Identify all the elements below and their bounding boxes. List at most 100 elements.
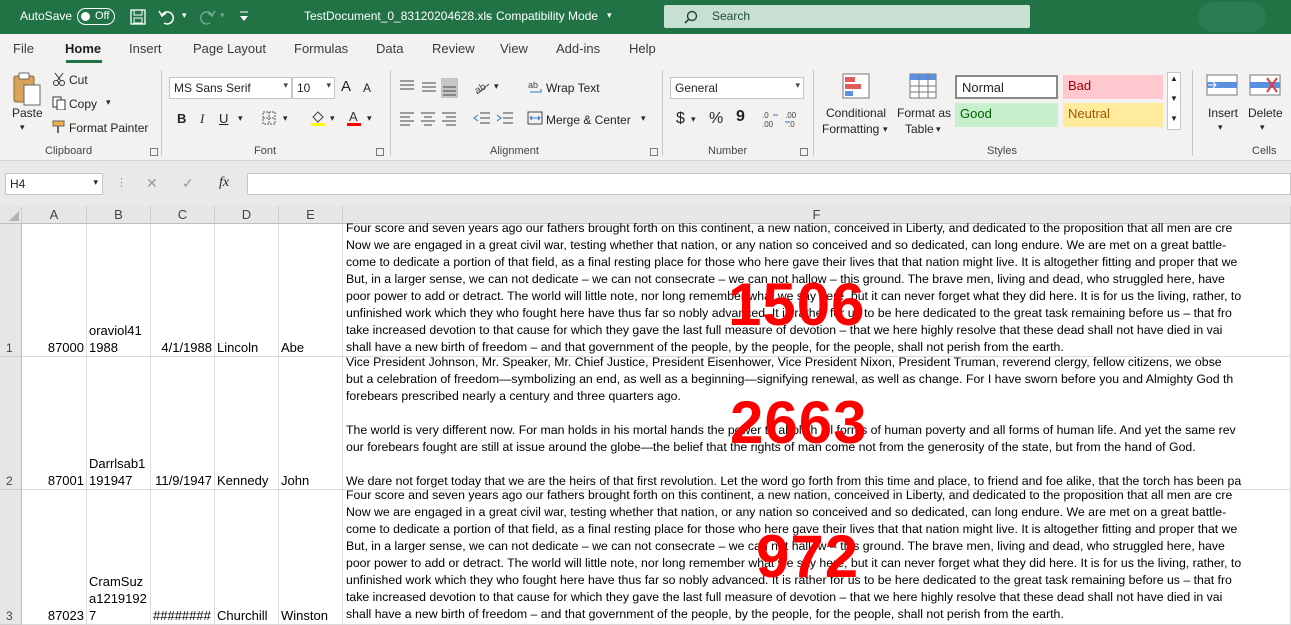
title-dropdown-icon[interactable]: ▾ bbox=[607, 10, 612, 21]
redo-dropdown-icon[interactable]: ▾ bbox=[220, 10, 225, 21]
column-header-b[interactable]: B bbox=[87, 206, 151, 224]
style-normal[interactable]: Normal bbox=[955, 75, 1058, 99]
format-as-table-label-1[interactable]: Format as bbox=[897, 106, 951, 120]
cut-label[interactable]: Cut bbox=[69, 73, 88, 87]
formula-input[interactable] bbox=[247, 173, 1291, 195]
borders-icon[interactable] bbox=[262, 111, 276, 125]
style-good[interactable]: Good bbox=[955, 103, 1058, 127]
customize-toolbar-icon[interactable] bbox=[238, 10, 250, 22]
copy-icon[interactable] bbox=[52, 96, 66, 110]
undo-dropdown-icon[interactable]: ▾ bbox=[182, 10, 187, 21]
cut-icon[interactable] bbox=[52, 72, 66, 86]
underline-button[interactable]: U bbox=[219, 111, 228, 126]
number-launcher-icon[interactable] bbox=[800, 148, 808, 156]
number-format-select[interactable]: General ▾ bbox=[670, 77, 804, 99]
menu-insert[interactable]: Insert bbox=[129, 41, 162, 56]
insert-cells-label[interactable]: Insert bbox=[1208, 106, 1238, 120]
clipboard-launcher-icon[interactable] bbox=[150, 148, 158, 156]
increase-decimal-icon[interactable]: .0.00 bbox=[762, 111, 778, 128]
format-painter-icon[interactable] bbox=[52, 120, 66, 134]
search-box[interactable]: Search bbox=[664, 5, 1030, 28]
cell-c1[interactable]: 4/1/1988 bbox=[151, 224, 215, 357]
format-as-table-dropdown-icon[interactable]: ▾ bbox=[936, 124, 941, 135]
cancel-icon[interactable]: ✕ bbox=[146, 175, 158, 192]
conditional-dropdown-icon[interactable]: ▾ bbox=[883, 124, 888, 135]
font-name-select[interactable]: MS Sans Serif ▾ bbox=[169, 77, 292, 99]
menu-view[interactable]: View bbox=[500, 41, 528, 56]
wrap-text-label[interactable]: Wrap Text bbox=[546, 81, 600, 95]
percent-button[interactable]: % bbox=[709, 110, 723, 128]
conditional-formatting-icon[interactable] bbox=[841, 72, 871, 100]
paste-label[interactable]: Paste bbox=[12, 106, 43, 120]
merge-dropdown-icon[interactable]: ▾ bbox=[641, 113, 646, 124]
conditional-formatting-label-2[interactable]: Formatting bbox=[822, 122, 879, 136]
more-styles-icon[interactable]: ▼ bbox=[1170, 114, 1178, 123]
menu-add-ins[interactable]: Add-ins bbox=[556, 41, 600, 56]
cell-b3[interactable]: CramSuz a1219192 7 bbox=[87, 490, 151, 625]
cell-a1[interactable]: 87000 bbox=[22, 224, 87, 357]
align-middle-icon[interactable] bbox=[422, 82, 436, 92]
orientation-icon[interactable]: ab bbox=[473, 78, 493, 96]
delete-dropdown-icon[interactable]: ▾ bbox=[1260, 122, 1265, 133]
delete-cells-label[interactable]: Delete bbox=[1248, 106, 1283, 120]
save-icon[interactable] bbox=[130, 9, 146, 25]
copy-dropdown-icon[interactable]: ▾ bbox=[106, 97, 111, 108]
chevron-down-icon[interactable]: ▾ bbox=[93, 177, 98, 188]
menu-data[interactable]: Data bbox=[376, 41, 403, 56]
font-color-dropdown-icon[interactable]: ▾ bbox=[367, 113, 372, 124]
align-center-icon[interactable] bbox=[421, 112, 435, 126]
grow-font-icon[interactable]: A bbox=[341, 78, 351, 95]
style-neutral[interactable]: Neutral bbox=[1063, 103, 1163, 127]
select-all-corner[interactable] bbox=[0, 206, 22, 224]
style-bad[interactable]: Bad bbox=[1063, 75, 1163, 99]
row-header-3[interactable]: 3 bbox=[0, 490, 22, 625]
menu-help[interactable]: Help bbox=[629, 41, 656, 56]
row-header-2[interactable]: 2 bbox=[0, 357, 22, 490]
column-header-e[interactable]: E bbox=[279, 206, 343, 224]
increase-indent-icon[interactable] bbox=[496, 112, 513, 124]
align-right-icon[interactable] bbox=[442, 112, 456, 126]
cell-a3[interactable]: 87023 bbox=[22, 490, 87, 625]
fill-color-icon[interactable] bbox=[309, 109, 327, 127]
format-as-table-icon[interactable] bbox=[908, 72, 938, 100]
italic-button[interactable]: I bbox=[200, 111, 204, 127]
decrease-indent-icon[interactable] bbox=[473, 112, 490, 124]
menu-review[interactable]: Review bbox=[432, 41, 475, 56]
decrease-decimal-icon[interactable]: .00.0 bbox=[785, 111, 797, 128]
cell-c2[interactable]: 11/9/1947 bbox=[151, 357, 215, 490]
scroll-down-icon[interactable]: ▼ bbox=[1170, 94, 1178, 103]
insert-dropdown-icon[interactable]: ▾ bbox=[1218, 122, 1223, 133]
row-header-1[interactable]: 1 bbox=[0, 224, 22, 357]
redo-icon[interactable] bbox=[198, 9, 216, 25]
menu-file[interactable]: File bbox=[13, 41, 34, 56]
merge-center-icon[interactable] bbox=[527, 110, 543, 126]
shrink-font-icon[interactable]: A bbox=[363, 81, 371, 95]
column-header-c[interactable]: C bbox=[151, 206, 215, 224]
currency-dropdown-icon[interactable]: ▾ bbox=[691, 114, 696, 125]
font-size-select[interactable]: 10 ▾ bbox=[292, 77, 335, 99]
styles-scroll[interactable]: ▲ ▼ ▼ bbox=[1167, 72, 1181, 130]
bold-button[interactable]: B bbox=[177, 111, 186, 126]
align-top-icon[interactable] bbox=[400, 80, 414, 90]
menu-page-layout[interactable]: Page Layout bbox=[193, 41, 266, 56]
column-header-d[interactable]: D bbox=[215, 206, 279, 224]
font-launcher-icon[interactable] bbox=[376, 148, 384, 156]
account-area[interactable] bbox=[1198, 2, 1266, 32]
menu-home[interactable]: Home bbox=[65, 41, 101, 56]
name-box[interactable]: H4 ▾ bbox=[5, 173, 103, 195]
cell-d1[interactable]: Lincoln bbox=[215, 224, 279, 357]
cell-b1[interactable]: oraviol41 1988 bbox=[87, 224, 151, 357]
align-left-icon[interactable] bbox=[400, 112, 414, 126]
enter-icon[interactable]: ✓ bbox=[182, 175, 194, 192]
cell-d3[interactable]: Churchill bbox=[215, 490, 279, 625]
underline-dropdown-icon[interactable]: ▾ bbox=[238, 113, 243, 124]
conditional-formatting-label-1[interactable]: Conditional bbox=[826, 106, 886, 120]
paste-dropdown-icon[interactable]: ▾ bbox=[20, 122, 25, 133]
font-color-icon[interactable]: A bbox=[345, 109, 363, 127]
autosave-toggle[interactable]: Off bbox=[77, 8, 115, 25]
orientation-dropdown-icon[interactable]: ▾ bbox=[494, 81, 499, 92]
currency-button[interactable]: $ bbox=[676, 110, 685, 128]
cell-e3[interactable]: Winston bbox=[279, 490, 343, 625]
insert-cells-icon[interactable] bbox=[1206, 74, 1238, 98]
comma-style-button[interactable]: 9 bbox=[736, 108, 745, 126]
